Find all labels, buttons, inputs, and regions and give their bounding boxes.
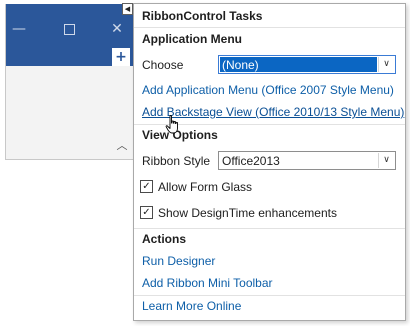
hand-cursor-icon xyxy=(165,115,178,134)
allow-form-glass-checkbox[interactable]: ✓ xyxy=(140,180,153,193)
maximize-icon[interactable] xyxy=(58,18,80,40)
choose-value: (None) xyxy=(222,58,259,72)
add-backstage-view-link[interactable]: Add Backstage View (Office 2010/13 Style… xyxy=(142,105,404,119)
choose-dropdown[interactable]: (None) ∨ xyxy=(218,55,396,74)
ribbon-style-value: Office2013 xyxy=(222,154,280,168)
ribbon-style-label: Ribbon Style xyxy=(142,154,211,168)
show-designtime-label[interactable]: Show DesignTime enhancements xyxy=(158,206,337,220)
minimize-icon[interactable]: — xyxy=(8,18,30,40)
collapse-ribbon-icon[interactable]: ︿ xyxy=(115,140,129,152)
form-title-bar: — ✕ + xyxy=(6,4,140,66)
divider xyxy=(134,295,405,296)
learn-more-online-link[interactable]: Learn More Online xyxy=(142,299,241,313)
section-heading-application-menu: Application Menu xyxy=(142,32,242,46)
choose-label: Choose xyxy=(142,58,184,72)
add-item-icon[interactable]: + xyxy=(112,48,130,66)
designer-surface: — ✕ + ︿ ◀ RibbonControl Tasks Applicatio… xyxy=(0,0,410,326)
ribbon-form-preview[interactable]: — ✕ + ︿ xyxy=(5,4,140,160)
ribbon-style-dropdown[interactable]: Office2013 ∨ xyxy=(218,151,396,170)
panel-title: RibbonControl Tasks xyxy=(142,9,263,23)
add-application-menu-link[interactable]: Add Application Menu (Office 2007 Style … xyxy=(142,83,394,97)
divider xyxy=(134,228,405,229)
add-ribbon-mini-toolbar-link[interactable]: Add Ribbon Mini Toolbar xyxy=(142,276,273,290)
chevron-down-icon[interactable]: ∨ xyxy=(378,57,394,72)
section-heading-actions: Actions xyxy=(142,232,187,246)
chevron-down-icon[interactable]: ∨ xyxy=(378,153,394,168)
tasks-panel: RibbonControl Tasks Application Menu Cho… xyxy=(133,3,406,321)
allow-form-glass-label[interactable]: Allow Form Glass xyxy=(158,180,252,194)
close-icon[interactable]: ✕ xyxy=(106,18,128,40)
divider xyxy=(134,27,405,28)
run-designer-link[interactable]: Run Designer xyxy=(142,254,215,268)
show-designtime-checkbox[interactable]: ✓ xyxy=(140,206,153,219)
smart-tag-icon[interactable]: ◀ xyxy=(122,3,133,15)
